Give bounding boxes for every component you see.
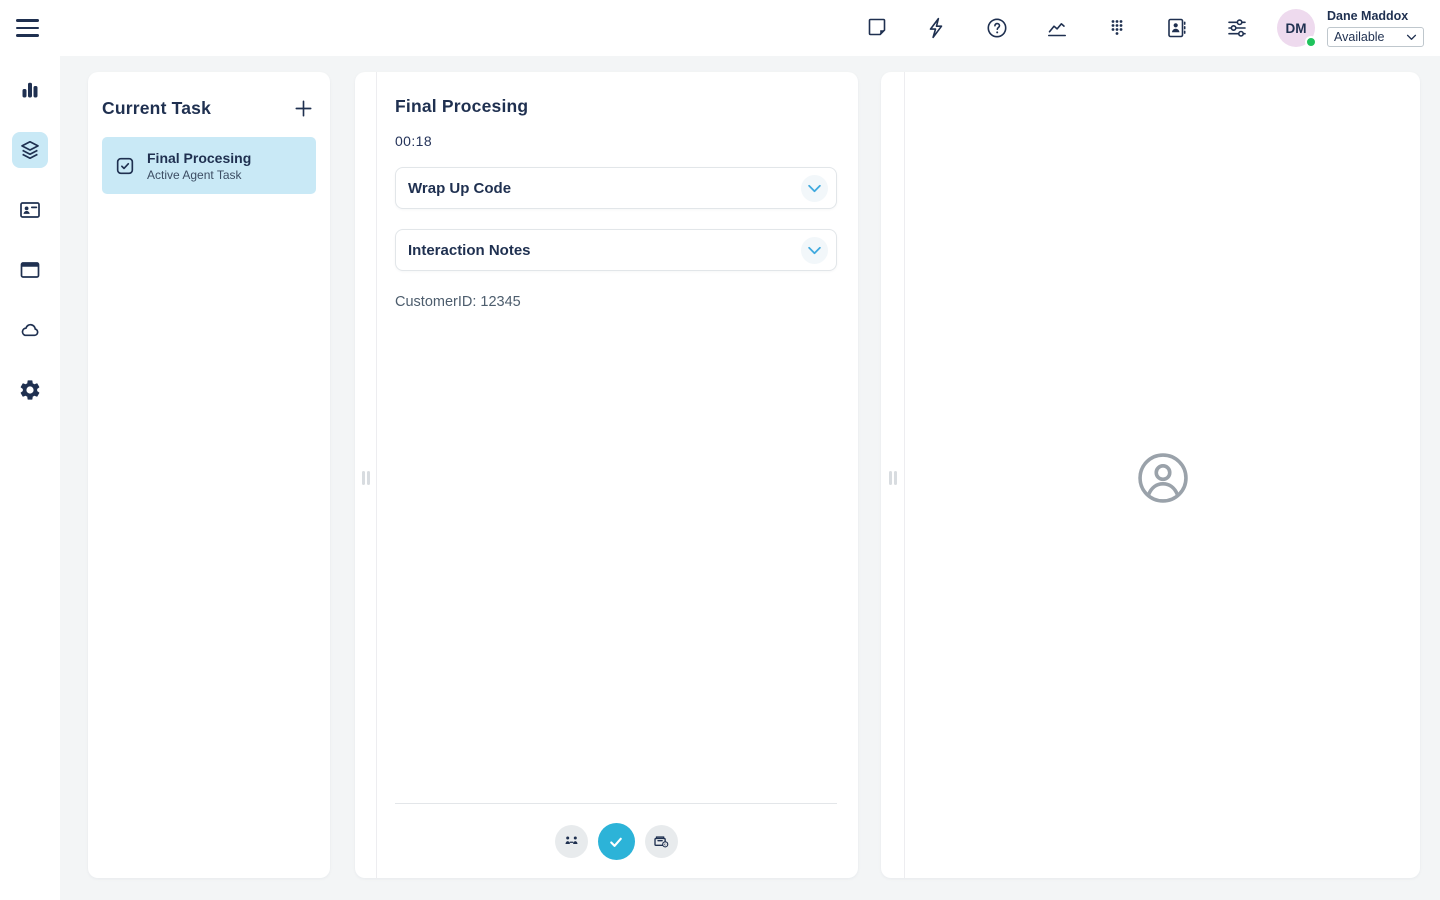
check-icon (606, 832, 626, 852)
person-circle-icon (1136, 451, 1190, 505)
bar-chart-icon (18, 78, 42, 102)
checkbox-checked-icon (114, 155, 136, 177)
avatar-initials: DM (1286, 21, 1307, 36)
add-task-button[interactable] (292, 96, 316, 120)
help-icon[interactable] (985, 16, 1009, 40)
panel-resize-gutter[interactable] (355, 72, 377, 878)
nav-analytics[interactable] (12, 72, 48, 108)
preferences-icon[interactable] (1225, 16, 1249, 40)
current-task-title: Current Task (102, 98, 211, 119)
customer-panel (881, 72, 1420, 878)
detail-title: Final Procesing (395, 96, 837, 117)
nav-settings[interactable] (12, 372, 48, 408)
panel-resize-gutter[interactable] (881, 72, 905, 878)
transfer-button[interactable] (555, 825, 588, 858)
user-name: Dane Maddox (1327, 9, 1424, 25)
wrap-up-code-label: Wrap Up Code (408, 180, 511, 197)
main-area: Current Task Final Procesing Active Agen… (60, 56, 1440, 900)
task-detail-panel: Final Procesing 00:18 Wrap Up Code Inter… (355, 72, 858, 878)
plus-icon (292, 97, 315, 120)
interaction-notes-accordion[interactable]: Interaction Notes (395, 229, 837, 271)
gear-icon (18, 378, 42, 402)
directory-icon[interactable] (1165, 16, 1189, 40)
current-task-panel: Current Task Final Procesing Active Agen… (88, 72, 330, 878)
wrap-up-code-accordion[interactable]: Wrap Up Code (395, 167, 837, 209)
nav-apps[interactable] (12, 252, 48, 288)
lightning-icon[interactable] (925, 16, 949, 40)
status-dot (1305, 36, 1317, 48)
contact-card-icon (18, 198, 42, 222)
park-box-icon (652, 832, 671, 851)
chevron-down-icon (807, 184, 822, 193)
customer-id-text: CustomerID: 12345 (395, 294, 837, 310)
task-timer: 00:18 (395, 133, 837, 149)
chevron-down-icon (807, 246, 822, 255)
nav-contacts[interactable] (12, 192, 48, 228)
window-icon (18, 258, 42, 282)
dialpad-icon[interactable] (1105, 16, 1129, 40)
performance-icon[interactable] (1045, 16, 1069, 40)
top-bar: DM Dane Maddox Available (0, 0, 1440, 56)
cloud-icon (18, 318, 42, 342)
nav-cloud[interactable] (12, 312, 48, 348)
drag-handle-icon[interactable] (889, 471, 897, 485)
complete-task-button[interactable] (598, 823, 635, 860)
chevron-down-icon (1406, 34, 1417, 41)
note-icon[interactable] (865, 16, 889, 40)
nav-tasks[interactable] (12, 132, 48, 168)
interaction-notes-label: Interaction Notes (408, 242, 531, 259)
task-item-subtitle: Active Agent Task (147, 168, 251, 182)
left-nav-rail (0, 56, 60, 900)
task-list-item[interactable]: Final Procesing Active Agent Task (102, 137, 316, 194)
drag-handle-icon[interactable] (362, 471, 370, 485)
hamburger-menu-icon[interactable] (16, 17, 42, 39)
status-select-value: Available (1334, 30, 1385, 44)
layers-icon (18, 138, 42, 162)
park-task-button[interactable] (645, 825, 678, 858)
task-item-title: Final Procesing (147, 150, 251, 166)
transfer-people-icon (562, 832, 581, 851)
status-select[interactable]: Available (1327, 27, 1424, 47)
